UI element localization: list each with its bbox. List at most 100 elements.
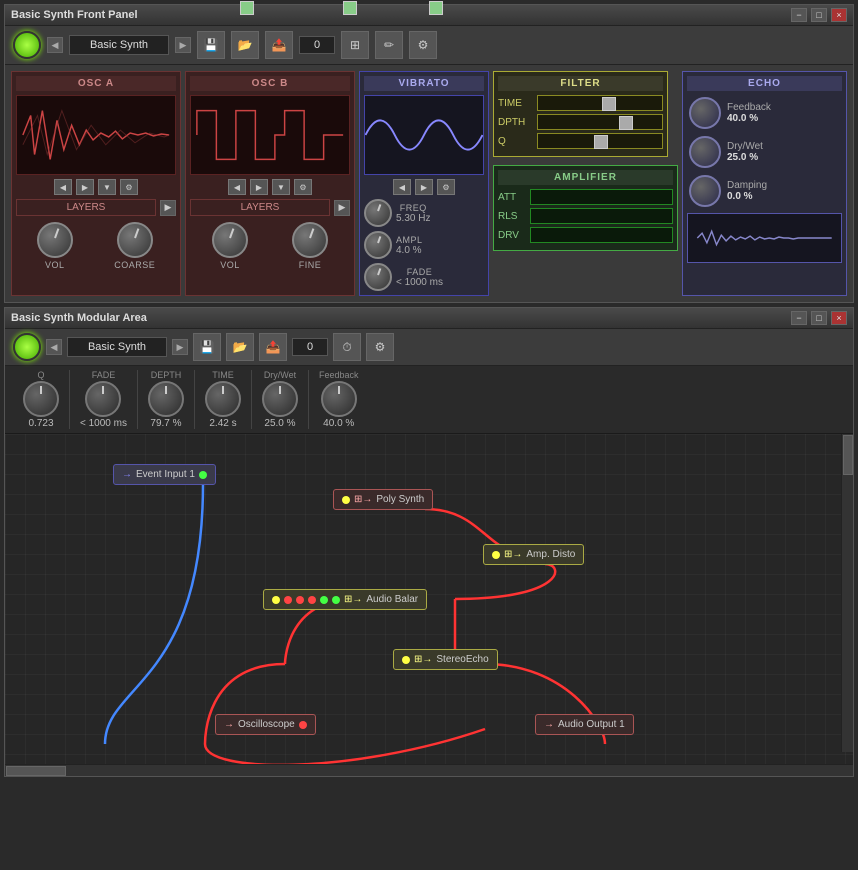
vibrato-settings-btn[interactable]: ⚙ xyxy=(437,179,455,195)
osc-b-vol-knob[interactable] xyxy=(212,222,248,258)
modular-settings-button[interactable]: ⚙ xyxy=(366,333,394,361)
osc-a-prev-btn[interactable]: ◀ xyxy=(54,179,72,195)
mod-param-depth-knob[interactable] xyxy=(148,381,184,417)
vibrato-fade-info: FADE < 1000 ms xyxy=(396,267,443,288)
filter-q-slider[interactable] xyxy=(537,133,663,149)
node-audio-balar-arrow: ⊞→ xyxy=(344,594,362,605)
vibrato-controls: ◀ ▶ ⚙ xyxy=(364,179,484,195)
mod-param-time-knob[interactable] xyxy=(205,381,241,417)
modular-preset-name[interactable]: Basic Synth xyxy=(67,337,167,357)
mod-param-feedback-value: 40.0 % xyxy=(323,418,354,429)
echo-feedback-info: Feedback 40.0 % xyxy=(727,102,771,124)
counter-display[interactable]: 0 xyxy=(299,36,335,54)
osc-a-settings-btn[interactable]: ⚙ xyxy=(120,179,138,195)
mod-param-fade-knob[interactable] xyxy=(85,381,121,417)
mod-param-drywet-knob[interactable] xyxy=(262,381,298,417)
mod-param-depth: DEPTH 79.7 % xyxy=(138,370,195,429)
node-event-input-arrow: → xyxy=(122,469,132,480)
modular-load-button[interactable]: 📂 xyxy=(226,333,254,361)
osc-b-fine-knob[interactable] xyxy=(292,222,328,258)
amp-drv-slider[interactable] xyxy=(530,227,673,243)
node-oscilloscope[interactable]: → Oscilloscope xyxy=(215,714,316,735)
save-button[interactable]: 💾 xyxy=(197,31,225,59)
node-oscilloscope-arrow: → xyxy=(224,719,234,730)
osc-a-layers-btn[interactable]: ▶ xyxy=(160,200,176,216)
mod-param-feedback-knob[interactable] xyxy=(321,381,357,417)
filter-time-slider[interactable] xyxy=(537,95,663,111)
amp-rls-label: RLS xyxy=(498,211,526,222)
prev-preset-button[interactable]: ◀ xyxy=(47,37,63,53)
settings-button[interactable]: ⚙ xyxy=(409,31,437,59)
modular-panel-titlebar: Basic Synth Modular Area − □ × xyxy=(5,308,853,329)
vibrato-freq-knob[interactable] xyxy=(364,199,392,227)
node-audio-balar[interactable]: ⊞→ Audio Balar xyxy=(263,589,427,610)
vibrato-ampl-knob[interactable] xyxy=(364,231,392,259)
osc-b-wave-svg xyxy=(191,96,349,174)
echo-wave-display xyxy=(687,213,842,263)
osc-b-prev-btn[interactable]: ◀ xyxy=(228,179,246,195)
close-button[interactable]: × xyxy=(831,8,847,22)
modular-prev-preset-button[interactable]: ◀ xyxy=(46,339,62,355)
osc-a-coarse-knob[interactable] xyxy=(117,222,153,258)
osc-a-play-btn[interactable]: ▶ xyxy=(76,179,94,195)
vibrato-prev-btn[interactable]: ◀ xyxy=(393,179,411,195)
node-poly-synth-arrow: ⊞→ xyxy=(354,494,372,505)
node-audio-balar-green2-dot xyxy=(332,596,340,604)
osc-b-down-btn[interactable]: ▼ xyxy=(272,179,290,195)
modular-counter-display[interactable]: 0 xyxy=(292,338,328,356)
amp-rls-slider[interactable] xyxy=(530,208,673,224)
node-audio-output-arrow: → xyxy=(544,719,554,730)
node-audio-output[interactable]: → Audio Output 1 xyxy=(535,714,634,735)
filter-time-row: TIME xyxy=(498,95,663,111)
modular-save-button[interactable]: 💾 xyxy=(193,333,221,361)
mod-param-feedback: Feedback 40.0 % xyxy=(309,370,369,429)
power-button[interactable] xyxy=(13,31,41,59)
osc-b-layers-btn[interactable]: ▶ xyxy=(334,200,350,216)
modular-canvas[interactable]: → Event Input 1 ⊞→ Poly Synth ⊞→ Amp. Di… xyxy=(5,434,853,764)
modular-close-button[interactable]: × xyxy=(831,311,847,325)
grid-button[interactable]: ⊞ xyxy=(341,31,369,59)
load-button[interactable]: 📂 xyxy=(231,31,259,59)
osc-b-settings-btn[interactable]: ⚙ xyxy=(294,179,312,195)
next-preset-button[interactable]: ▶ xyxy=(175,37,191,53)
osc-b-vol-knob-container: VOL xyxy=(212,222,248,270)
front-panel-toolbar: ◀ Basic Synth ▶ 💾 📂 📤 0 ⊞ ✏ ⚙ xyxy=(5,26,853,65)
minimize-button[interactable]: − xyxy=(791,8,807,22)
echo-feedback-knob[interactable] xyxy=(689,97,721,129)
osc-a-knob-row: VOL COARSE xyxy=(16,222,176,270)
modular-power-button[interactable] xyxy=(13,333,41,361)
osc-b-play-btn[interactable]: ▶ xyxy=(250,179,268,195)
filter-dpth-slider[interactable] xyxy=(537,114,663,130)
osc-a-down-btn[interactable]: ▼ xyxy=(98,179,116,195)
node-event-input[interactable]: → Event Input 1 xyxy=(113,464,216,485)
modular-export-button[interactable]: 📤 xyxy=(259,333,287,361)
node-poly-synth[interactable]: ⊞→ Poly Synth xyxy=(333,489,433,510)
scroll-thumb-v[interactable] xyxy=(843,435,853,475)
node-event-input-label: Event Input 1 xyxy=(136,469,195,480)
osc-a-vol-knob[interactable] xyxy=(37,222,73,258)
node-amp-disto[interactable]: ⊞→ Amp. Disto xyxy=(483,544,584,565)
filter-time-label: TIME xyxy=(498,98,533,109)
modular-scrollbar-h[interactable] xyxy=(5,764,853,776)
maximize-button[interactable]: □ xyxy=(811,8,827,22)
vibrato-wave-svg xyxy=(365,96,483,174)
modular-next-preset-button[interactable]: ▶ xyxy=(172,339,188,355)
modular-maximize-button[interactable]: □ xyxy=(811,311,827,325)
modular-scrollbar-v[interactable] xyxy=(841,434,853,752)
echo-drywet-knob[interactable] xyxy=(689,136,721,168)
export-button[interactable]: 📤 xyxy=(265,31,293,59)
modular-clock-button[interactable]: ⏱ xyxy=(333,333,361,361)
preset-name-display[interactable]: Basic Synth xyxy=(69,35,169,55)
vibrato-fade-knob[interactable] xyxy=(364,263,392,291)
node-poly-synth-yellow-dot xyxy=(342,496,350,504)
pencil-button[interactable]: ✏ xyxy=(375,31,403,59)
vibrato-ampl-value: 4.0 % xyxy=(396,245,423,256)
node-stereoecho[interactable]: ⊞→ StereoEcho xyxy=(393,649,498,670)
mod-param-q-knob[interactable] xyxy=(23,381,59,417)
scroll-thumb-h[interactable] xyxy=(6,766,66,776)
modular-minimize-button[interactable]: − xyxy=(791,311,807,325)
node-stereoecho-dot xyxy=(402,656,410,664)
echo-damping-knob[interactable] xyxy=(689,175,721,207)
amp-att-slider[interactable] xyxy=(530,189,673,205)
vibrato-next-btn[interactable]: ▶ xyxy=(415,179,433,195)
